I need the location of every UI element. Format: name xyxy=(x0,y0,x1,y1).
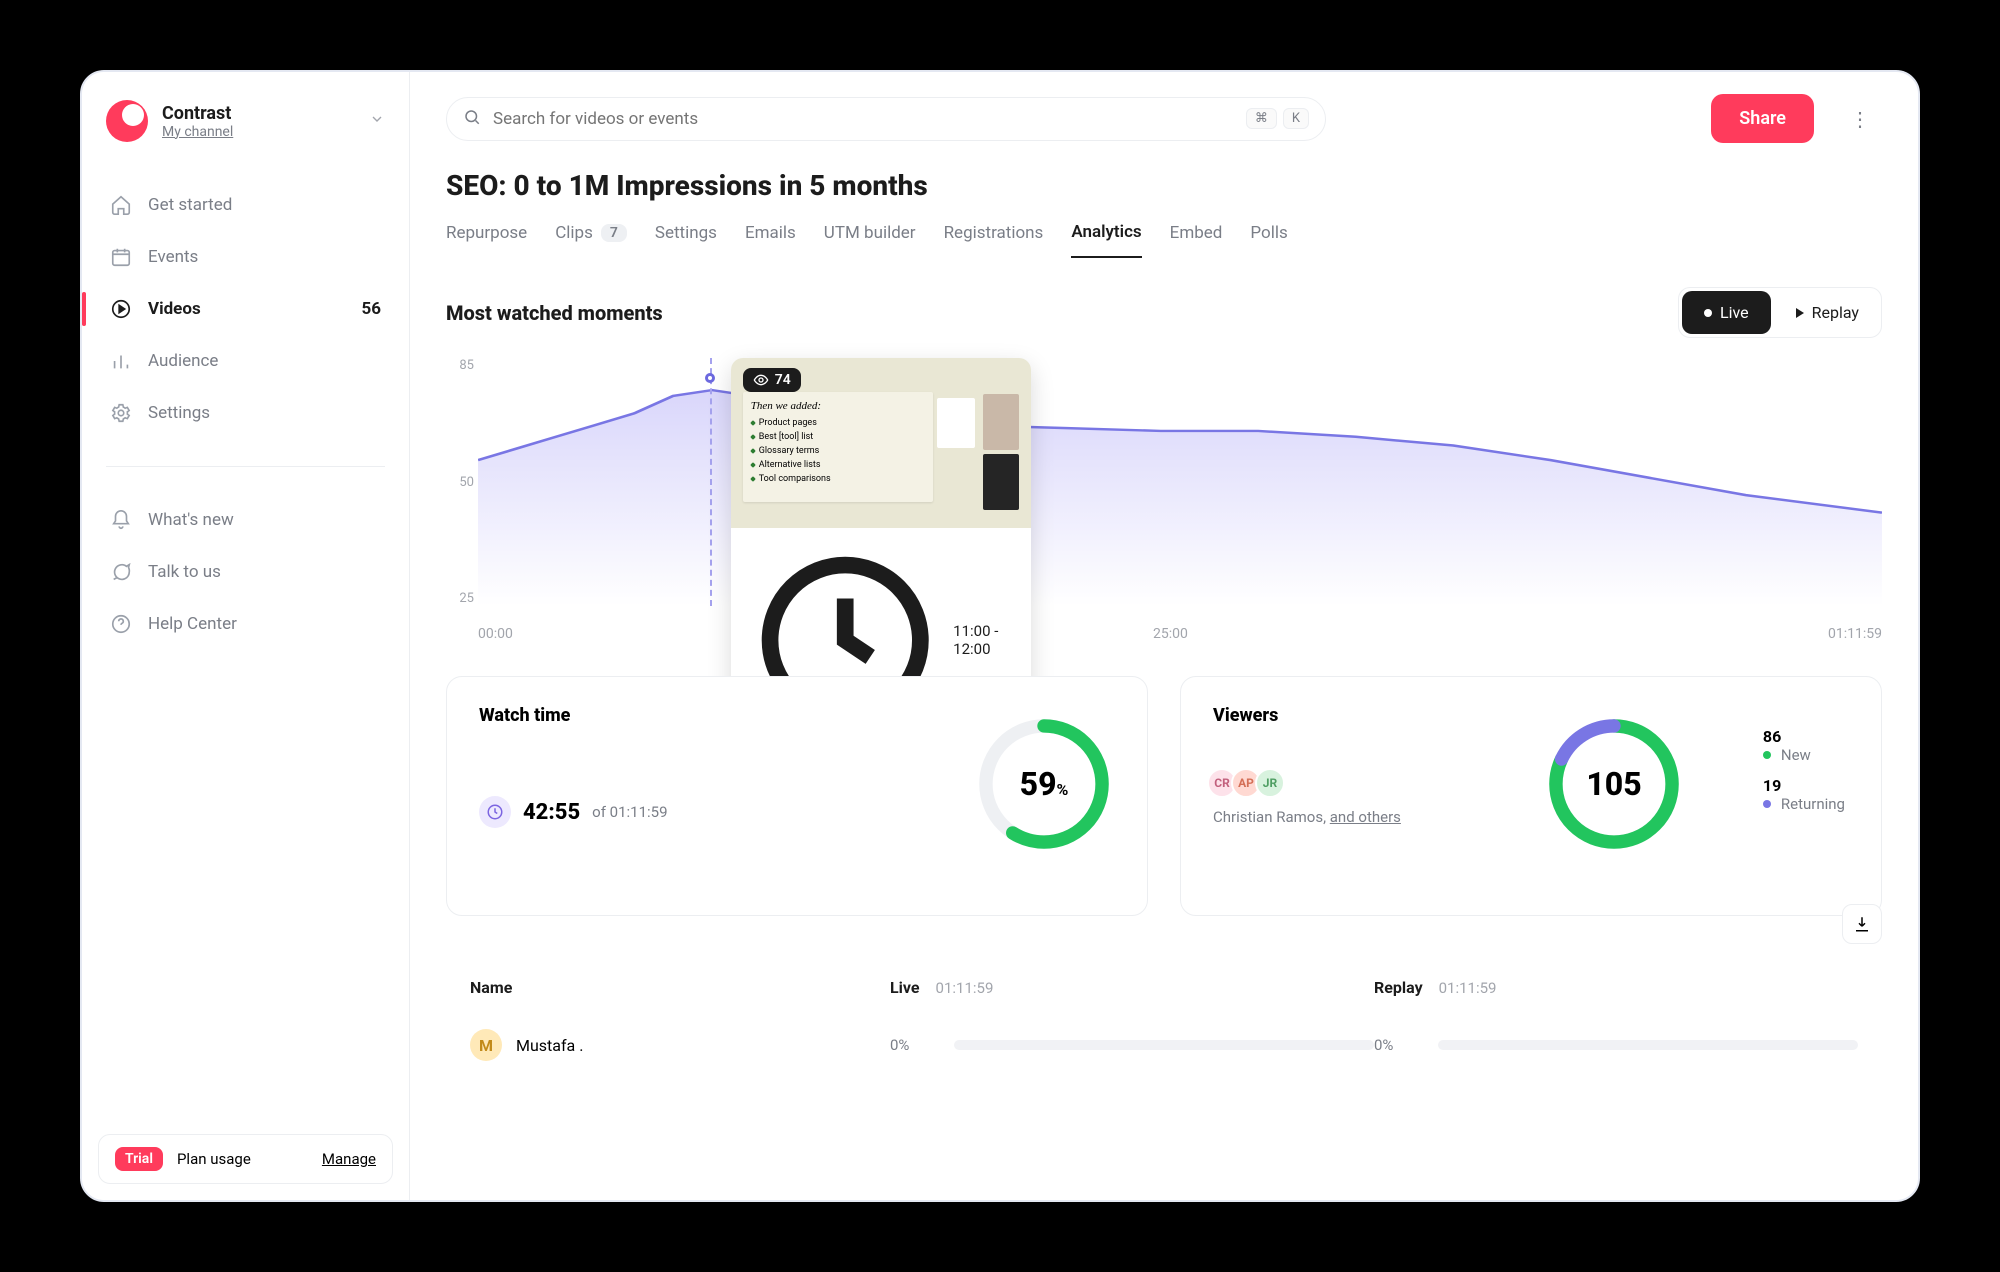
viewers-names: Christian Ramos, and others xyxy=(1213,808,1849,826)
nav-label: Settings xyxy=(148,403,210,423)
nav-settings[interactable]: Settings xyxy=(92,388,399,438)
nav-events[interactable]: Events xyxy=(92,232,399,282)
viewers-legend: 86 New 19 Returning xyxy=(1763,727,1845,817)
nav-label: Help Center xyxy=(148,614,237,634)
play-icon xyxy=(1796,308,1804,318)
tab-emails[interactable]: Emails xyxy=(745,216,796,258)
card-title: Viewers xyxy=(1213,705,1849,726)
topbar: ⌘ K Share ⋮ xyxy=(410,72,1918,165)
gear-icon xyxy=(110,402,132,424)
help-icon xyxy=(110,613,132,635)
brand-name: Contrast xyxy=(162,103,233,124)
main: ⌘ K Share ⋮ SEO: 0 to 1M Impressions in … xyxy=(410,72,1918,1200)
sidebar: Contrast My channel Get started Events V… xyxy=(82,72,410,1200)
bell-icon xyxy=(110,509,132,531)
brand-subtitle: My channel xyxy=(162,124,233,140)
toggle-live[interactable]: Live xyxy=(1682,291,1771,334)
tab-utm-builder[interactable]: UTM builder xyxy=(824,216,916,258)
clock-icon xyxy=(479,796,511,828)
brand-logo xyxy=(106,100,148,142)
progress-bar xyxy=(1438,1040,1858,1050)
tab-clips[interactable]: Clips7 xyxy=(555,216,627,258)
nav-label: Videos xyxy=(148,299,201,319)
watch-time-ring: 59% xyxy=(977,717,1111,851)
bars-icon xyxy=(110,350,132,372)
tab-settings[interactable]: Settings xyxy=(655,216,717,258)
nav-help-center[interactable]: Help Center xyxy=(92,599,399,649)
share-button[interactable]: Share xyxy=(1711,94,1814,143)
kbd-hint: ⌘ K xyxy=(1246,108,1309,129)
moments-chart[interactable]: 85 50 25 74 xyxy=(446,346,1882,652)
calendar-icon xyxy=(110,246,132,268)
and-others-link[interactable]: and others xyxy=(1330,808,1401,826)
trial-badge: Trial xyxy=(115,1147,163,1171)
table-row[interactable]: M Mustafa . 0% 0% xyxy=(446,1015,1882,1075)
table-header: Name Live01:11:59 Replay01:11:59 xyxy=(446,960,1882,1015)
y-axis: 85 50 25 xyxy=(446,358,474,606)
tab-repurpose[interactable]: Repurpose xyxy=(446,216,527,258)
th-replay: Replay01:11:59 xyxy=(1374,978,1858,997)
more-menu[interactable]: ⋮ xyxy=(1838,97,1882,141)
tab-analytics[interactable]: Analytics xyxy=(1071,216,1141,258)
content: SEO: 0 to 1M Impressions in 5 months Rep… xyxy=(410,165,1918,1200)
plan-footer: Trial Plan usage Manage xyxy=(82,1118,409,1200)
tab-polls[interactable]: Polls xyxy=(1250,216,1287,258)
chart-area: 74 Then we added: Product pages Best [to… xyxy=(478,358,1882,606)
th-live: Live01:11:59 xyxy=(890,978,1374,997)
progress-bar xyxy=(954,1040,1374,1050)
viewer-avatars: CRAPJR xyxy=(1213,768,1849,798)
nav-audience[interactable]: Audience xyxy=(92,336,399,386)
avatar: JR xyxy=(1255,768,1285,798)
nav-label: Audience xyxy=(148,351,218,371)
nav-label: Get started xyxy=(148,195,232,215)
nav-label: Talk to us xyxy=(148,562,221,582)
channel-switcher[interactable]: Contrast My channel xyxy=(82,94,409,166)
watch-time-of: of 01:11:59 xyxy=(592,803,667,821)
chat-icon xyxy=(110,561,132,583)
viewers-ring: 105 xyxy=(1547,717,1681,851)
chevron-down-icon xyxy=(369,111,385,131)
search-input[interactable] xyxy=(493,109,1234,129)
nav-talk-to-us[interactable]: Talk to us xyxy=(92,547,399,597)
nav-videos[interactable]: Videos 56 xyxy=(92,284,399,334)
primary-nav: Get started Events Videos 56 Audience Se… xyxy=(82,166,409,452)
nav-label: Events xyxy=(148,247,198,267)
th-name: Name xyxy=(470,978,890,997)
home-icon xyxy=(110,194,132,216)
watch-time-card: Watch time 42:55 of 01:11:59 59% xyxy=(446,676,1148,916)
nav-get-started[interactable]: Get started xyxy=(92,180,399,230)
kpi-cards: Watch time 42:55 of 01:11:59 59% xyxy=(446,676,1882,916)
search-icon xyxy=(463,108,481,130)
manage-link[interactable]: Manage xyxy=(322,1150,376,1168)
watch-time-value: 42:55 xyxy=(523,800,580,825)
moments-header: Most watched moments Live Replay xyxy=(446,287,1882,338)
viewers-card: Viewers CRAPJR Christian Ramos, and othe… xyxy=(1180,676,1882,916)
moments-title: Most watched moments xyxy=(446,301,663,325)
avatar: M xyxy=(470,1029,502,1061)
tabs: Repurpose Clips7 Settings Emails UTM builder… xyxy=(446,216,1882,259)
play-circle-icon xyxy=(110,298,132,320)
plan-usage-label: Plan usage xyxy=(177,1150,251,1168)
toggle-replay[interactable]: Replay xyxy=(1774,288,1881,337)
live-replay-toggle: Live Replay xyxy=(1678,287,1882,338)
tab-registrations[interactable]: Registrations xyxy=(944,216,1044,258)
search-field[interactable]: ⌘ K xyxy=(446,97,1326,141)
page-title: SEO: 0 to 1M Impressions in 5 months xyxy=(446,169,1882,202)
nav-label: What's new xyxy=(148,510,234,530)
viewers-table: Name Live01:11:59 Replay01:11:59 M Musta… xyxy=(446,960,1882,1075)
tab-embed[interactable]: Embed xyxy=(1170,216,1223,258)
nav-count: 56 xyxy=(361,299,381,319)
app-window: Contrast My channel Get started Events V… xyxy=(80,70,1920,1202)
x-axis: 00:00 25:00 01:11:59 xyxy=(478,626,1882,642)
secondary-nav: What's new Talk to us Help Center xyxy=(82,481,409,663)
viewer-name: Mustafa . xyxy=(516,1036,583,1055)
plan-box: Trial Plan usage Manage xyxy=(98,1134,393,1184)
nav-whats-new[interactable]: What's new xyxy=(92,495,399,545)
download-button[interactable] xyxy=(1842,904,1882,944)
divider xyxy=(106,466,385,467)
